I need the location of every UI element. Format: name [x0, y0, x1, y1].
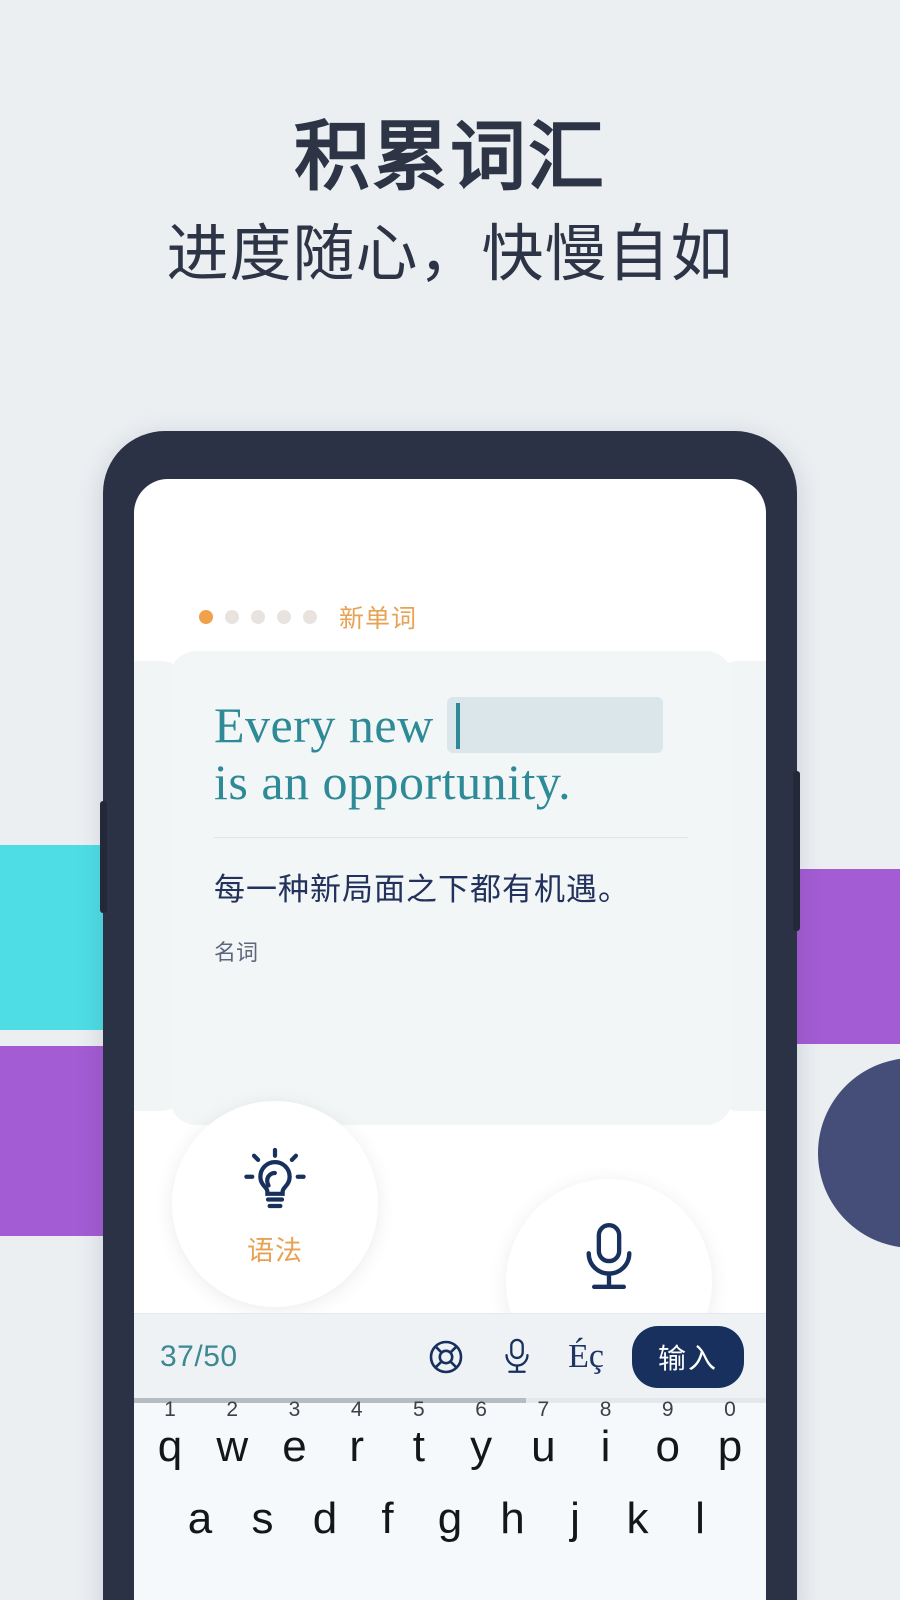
key-a[interactable]: a — [172, 1497, 228, 1541]
keyboard-row-2: asdfghjkl — [134, 1469, 766, 1541]
lightbulb-icon — [236, 1141, 314, 1219]
accent-characters-icon[interactable]: Éç — [568, 1339, 604, 1374]
key-t[interactable]: 5t — [391, 1399, 447, 1469]
progress-dot-2 — [225, 610, 239, 624]
keyboard-toolbar-icons: Éç — [426, 1337, 604, 1377]
key-number-5: 5 — [413, 1398, 425, 1421]
key-number-3: 3 — [288, 1398, 301, 1421]
progress-dot-4 — [277, 610, 291, 624]
key-s[interactable]: s — [235, 1497, 291, 1541]
key-d[interactable]: d — [297, 1497, 353, 1541]
keyboard-row-1: 1q2w3e4r5t6y7u8i9o0p — [134, 1399, 766, 1469]
key-number-6: 6 — [475, 1398, 487, 1421]
phone-screen: 新单词 Every new is an opportunity. 每一种新局面之… — [134, 479, 766, 1600]
key-q[interactable]: 1q — [142, 1399, 198, 1469]
key-p[interactable]: 0p — [702, 1399, 758, 1469]
microphone-icon[interactable] — [500, 1337, 534, 1377]
answer-blank-input[interactable] — [446, 697, 663, 753]
key-number-9: 9 — [661, 1398, 674, 1421]
key-o[interactable]: 9o — [640, 1399, 696, 1469]
key-g[interactable]: g — [422, 1497, 478, 1541]
phone-volume-button — [100, 801, 107, 913]
key-number-0: 0 — [724, 1398, 736, 1421]
decorative-navy-circle — [818, 1058, 900, 1248]
key-y[interactable]: 6y — [453, 1399, 509, 1469]
progress-label: 新单词 — [339, 605, 418, 633]
text-cursor — [455, 703, 460, 749]
page-subtitle: 进度随心，快慢自如 — [166, 219, 734, 289]
key-i[interactable]: 8i — [578, 1399, 634, 1469]
sentence-translation: 每一种新局面之下都有机遇。 — [214, 872, 630, 907]
progress-dot-5 — [303, 610, 317, 624]
key-u[interactable]: 7u — [515, 1399, 571, 1469]
phone-power-button — [793, 771, 800, 931]
progress-dot-3 — [251, 610, 265, 624]
key-number-8: 8 — [599, 1398, 612, 1421]
phone-mockup: 新单词 Every new is an opportunity. 每一种新局面之… — [100, 431, 800, 1600]
character-counter: 37/50 — [160, 1339, 238, 1373]
exercise-card: Every new is an opportunity. 每一种新局面之下都有机… — [170, 651, 732, 1125]
part-of-speech: 名词 — [214, 940, 259, 965]
grammar-button[interactable]: 语法 — [172, 1101, 378, 1307]
card-divider — [214, 837, 688, 838]
key-h[interactable]: h — [485, 1497, 541, 1541]
progress-dots — [199, 610, 317, 624]
sentence-part-after: is an opportunity. — [214, 754, 572, 810]
key-j[interactable]: j — [547, 1497, 603, 1541]
key-l[interactable]: l — [672, 1497, 728, 1541]
key-number-1: 1 — [164, 1398, 176, 1421]
headline-block: 积累词汇 进度随心，快慢自如 — [0, 118, 900, 293]
promo-screenshot: 积累词汇 进度随心，快慢自如 新单词 Every new is an oppor… — [0, 0, 900, 1600]
key-k[interactable]: k — [610, 1497, 666, 1541]
key-number-4: 4 — [350, 1398, 363, 1421]
key-f[interactable]: f — [360, 1497, 416, 1541]
submit-button[interactable]: 输入 — [631, 1325, 744, 1388]
decorative-purple-block-right — [792, 869, 900, 1044]
key-e[interactable]: 3e — [266, 1399, 322, 1469]
key-r[interactable]: 4r — [329, 1399, 385, 1469]
progress-dot-1 — [199, 610, 213, 624]
decorative-purple-block-left — [0, 1046, 110, 1236]
lesson-progress: 新单词 — [199, 599, 417, 635]
key-w[interactable]: 2w — [204, 1399, 260, 1469]
decorative-cyan-block — [0, 845, 110, 1030]
sentence-part-before: Every new — [214, 697, 434, 753]
page-title: 积累词汇 — [294, 115, 606, 200]
lifebuoy-icon[interactable] — [426, 1337, 466, 1377]
key-number-7: 7 — [537, 1398, 550, 1421]
key-number-2: 2 — [226, 1398, 239, 1421]
microphone-icon — [574, 1219, 644, 1297]
keyboard-toolbar: 37/50 Éç 输入 — [134, 1313, 766, 1399]
on-screen-keyboard: 1q2w3e4r5t6y7u8i9o0p asdfghjkl — [134, 1398, 766, 1600]
exercise-sentence: Every new is an opportunity. — [214, 697, 688, 811]
grammar-button-label: 语法 — [247, 1235, 303, 1266]
